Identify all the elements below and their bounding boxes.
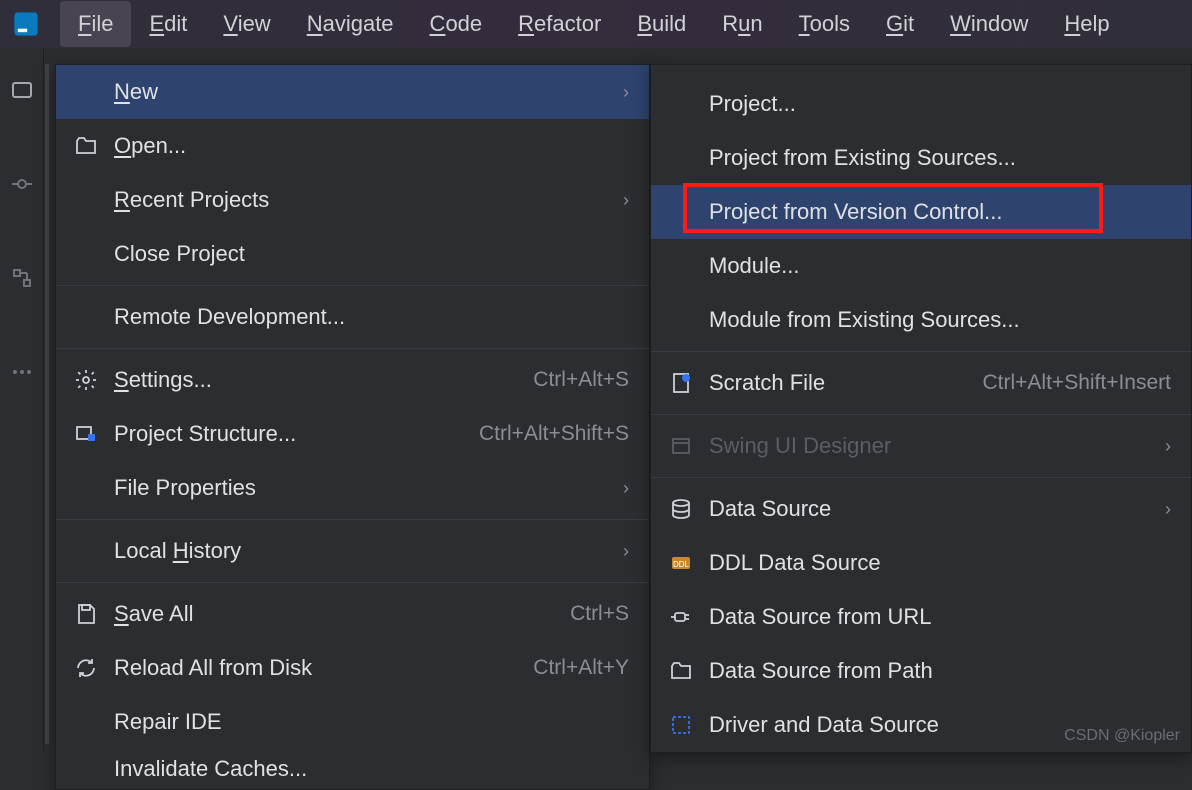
menu-run[interactable]: Run [704, 1, 780, 47]
separator [56, 348, 649, 349]
separator [651, 414, 1191, 415]
editor-gutter [45, 64, 49, 744]
new-submenu: Project... Project from Existing Sources… [650, 64, 1192, 753]
left-tool-rail [0, 48, 44, 751]
new-scratch-file[interactable]: Scratch File Ctrl+Alt+Shift+Insert [651, 356, 1191, 410]
file-remote-dev[interactable]: Remote Development... [56, 290, 649, 344]
file-invalidate-caches[interactable]: Invalidate Caches... [56, 749, 649, 789]
menu-file[interactable]: File [60, 1, 131, 47]
gear-icon [74, 368, 98, 392]
file-project-structure[interactable]: Project Structure... Ctrl+Alt+Shift+S [56, 407, 649, 461]
scratch-file-icon [669, 371, 693, 395]
chevron-right-icon: › [623, 82, 629, 103]
menubar: File Edit View Navigate Code Refactor Bu… [0, 0, 1192, 48]
new-project-existing[interactable]: Project from Existing Sources... [651, 131, 1191, 185]
window-icon [669, 434, 693, 458]
project-tool-icon[interactable] [10, 78, 34, 102]
svg-text:DDL: DDL [673, 560, 690, 569]
file-properties[interactable]: File Properties › [56, 461, 649, 515]
file-repair-ide[interactable]: Repair IDE [56, 695, 649, 749]
menu-git[interactable]: Git [868, 1, 932, 47]
chevron-right-icon: › [1165, 436, 1171, 457]
project-structure-icon [74, 422, 98, 446]
menu-navigate[interactable]: Navigate [289, 1, 412, 47]
separator [56, 582, 649, 583]
menu-window[interactable]: Window [932, 1, 1046, 47]
file-reload-from-disk[interactable]: Reload All from Disk Ctrl+Alt+Y [56, 641, 649, 695]
new-ds-path[interactable]: Data Source from Path [651, 644, 1191, 698]
new-data-source[interactable]: Data Source › [651, 482, 1191, 536]
more-tool-icon[interactable] [10, 360, 34, 384]
new-project[interactable]: Project... [651, 77, 1191, 131]
chevron-right-icon: › [623, 478, 629, 499]
folder-icon [669, 659, 693, 683]
commit-tool-icon[interactable] [10, 172, 34, 196]
new-swing-ui[interactable]: Swing UI Designer › [651, 419, 1191, 473]
reload-icon [74, 656, 98, 680]
separator [651, 477, 1191, 478]
chevron-right-icon: › [623, 541, 629, 562]
watermark: CSDN @Kiopler [1064, 727, 1180, 745]
file-local-history[interactable]: Local History › [56, 524, 649, 578]
file-close-project[interactable]: Close Project [56, 227, 649, 281]
new-project-vcs[interactable]: Project from Version Control... [651, 185, 1191, 239]
app-logo-icon [12, 10, 40, 38]
new-module-existing[interactable]: Module from Existing Sources... [651, 293, 1191, 347]
file-save-all[interactable]: Save All Ctrl+S [56, 587, 649, 641]
menu-view[interactable]: View [205, 1, 288, 47]
driver-icon [669, 713, 693, 737]
database-icon [669, 497, 693, 521]
separator [56, 285, 649, 286]
folder-icon [74, 134, 98, 158]
file-recent-projects[interactable]: Recent Projects › [56, 173, 649, 227]
menu-build[interactable]: Build [619, 1, 704, 47]
save-icon [74, 602, 98, 626]
separator [56, 519, 649, 520]
menu-help[interactable]: Help [1046, 1, 1127, 47]
menu-tools[interactable]: Tools [781, 1, 868, 47]
menu-edit[interactable]: Edit [131, 1, 205, 47]
structure-tool-icon[interactable] [10, 266, 34, 290]
chevron-right-icon: › [1165, 499, 1171, 520]
file-new[interactable]: New › [56, 65, 649, 119]
ddl-icon: DDL [669, 551, 693, 575]
menu-refactor[interactable]: Refactor [500, 1, 619, 47]
file-dropdown: New › Open... Recent Projects › Close Pr… [55, 64, 650, 790]
new-module[interactable]: Module... [651, 239, 1191, 293]
new-ds-url[interactable]: Data Source from URL [651, 590, 1191, 644]
menu-code[interactable]: Code [412, 1, 501, 47]
plug-icon [669, 605, 693, 629]
separator [651, 351, 1191, 352]
file-settings[interactable]: Settings... Ctrl+Alt+S [56, 353, 649, 407]
new-ddl-data-source[interactable]: DDL DDL Data Source [651, 536, 1191, 590]
chevron-right-icon: › [623, 190, 629, 211]
file-open[interactable]: Open... [56, 119, 649, 173]
